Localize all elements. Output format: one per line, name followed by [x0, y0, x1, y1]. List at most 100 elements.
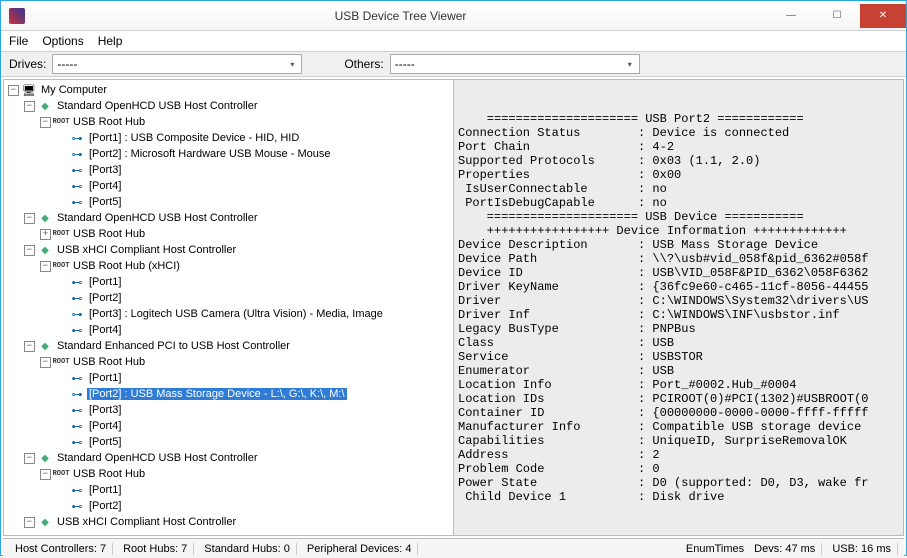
tree-node[interactable]: [Port4] — [6, 322, 451, 338]
collapse-icon[interactable]: − — [24, 213, 35, 224]
tree-node-label: Standard OpenHCD USB Host Controller — [55, 100, 260, 112]
tree-node[interactable]: −USB Root Hub — [6, 466, 451, 482]
collapse-icon[interactable]: − — [24, 341, 35, 352]
tree-node[interactable]: [Port3] — [6, 162, 451, 178]
detail-line: Properties : 0x00 — [458, 168, 899, 182]
detail-line: Driver : C:\WINDOWS\System32\drivers\US — [458, 294, 899, 308]
tree-node-label: [Port3] : Logitech USB Camera (Ultra Vis… — [87, 308, 385, 320]
tree-node-label: [Port2] — [87, 292, 123, 304]
menu-help[interactable]: Help — [98, 34, 123, 48]
status-peripheral: Peripheral Devices: 4 — [301, 543, 419, 555]
port-icon — [69, 371, 85, 385]
menu-file[interactable]: File — [9, 34, 28, 48]
detail-line: Manufacturer Info : Compatible USB stora… — [458, 420, 899, 434]
expander-spacer — [56, 309, 67, 320]
expander-spacer — [56, 181, 67, 192]
detail-line: Address : 2 — [458, 448, 899, 462]
tree-node[interactable]: −USB Root Hub — [6, 114, 451, 130]
roothub-icon — [53, 115, 69, 129]
status-standard-hubs: Standard Hubs: 0 — [198, 543, 297, 555]
tree-node-label: [Port1] : USB Composite Device - HID, HI… — [87, 132, 301, 144]
tree-node-label: [Port3] — [87, 164, 123, 176]
detail-line: Enumerator : USB — [458, 364, 899, 378]
tree-node-label: [Port4] — [87, 324, 123, 336]
tree-node[interactable]: −My Computer — [6, 82, 451, 98]
tree-node[interactable]: −Standard OpenHCD USB Host Controller — [6, 450, 451, 466]
tree-pane[interactable]: −My Computer−Standard OpenHCD USB Host C… — [4, 80, 454, 535]
expand-icon[interactable]: + — [40, 229, 51, 240]
port-icon — [69, 275, 85, 289]
status-root-hubs: Root Hubs: 7 — [117, 543, 194, 555]
tree-node[interactable]: [Port1] — [6, 370, 451, 386]
portdev-icon — [69, 307, 85, 321]
others-combo[interactable]: ----- ▾ — [390, 54, 640, 74]
detail-line: IsUserConnectable : no — [458, 182, 899, 196]
detail-line: Location IDs : PCIROOT(0)#PCI(1302)#USBR… — [458, 392, 899, 406]
tree-node[interactable]: −Standard OpenHCD USB Host Controller — [6, 210, 451, 226]
collapse-icon[interactable]: − — [40, 469, 51, 480]
tree-node[interactable]: [Port2] — [6, 290, 451, 306]
menu-options[interactable]: Options — [42, 34, 83, 48]
others-value: ----- — [395, 57, 415, 71]
chevron-down-icon: ▾ — [623, 60, 637, 69]
port-icon — [69, 291, 85, 305]
detail-line: Driver KeyName : {36fc9e60-c465-11cf-805… — [458, 280, 899, 294]
maximize-button[interactable]: ☐ — [814, 4, 860, 28]
detail-line: Device Path : \\?\usb#vid_058f&pid_6362#… — [458, 252, 899, 266]
tree-node[interactable]: [Port5] — [6, 434, 451, 450]
titlebar: USB Device Tree Viewer — ☐ ✕ — [1, 1, 906, 31]
roothub-icon — [53, 355, 69, 369]
detail-line: Service : USBSTOR — [458, 350, 899, 364]
expander-spacer — [56, 197, 67, 208]
tree-node[interactable]: [Port5] — [6, 194, 451, 210]
detail-pane[interactable]: ===================== USB Port2 ========… — [454, 80, 903, 535]
collapse-icon[interactable]: − — [24, 517, 35, 528]
tree-node[interactable]: [Port1] : USB Composite Device - HID, HI… — [6, 130, 451, 146]
minimize-button[interactable]: — — [768, 4, 814, 28]
collapse-icon[interactable]: − — [40, 117, 51, 128]
tree-node[interactable]: [Port1] — [6, 274, 451, 290]
controller-icon — [37, 339, 53, 353]
tree-node[interactable]: [Port2] : Microsoft Hardware USB Mouse -… — [6, 146, 451, 162]
others-label: Others: — [344, 57, 383, 71]
controller-icon — [37, 211, 53, 225]
expander-spacer — [56, 405, 67, 416]
tree-node[interactable]: [Port4] — [6, 418, 451, 434]
tree-node[interactable]: +USB Root Hub — [6, 226, 451, 242]
collapse-icon[interactable]: − — [24, 453, 35, 464]
detail-line: Class : USB — [458, 336, 899, 350]
close-button[interactable]: ✕ — [860, 4, 906, 28]
tree-node[interactable]: − Standard OpenHCD USB Host Controller — [6, 98, 451, 114]
expander-spacer — [56, 133, 67, 144]
tree-node[interactable]: −USB xHCI Compliant Host Controller — [6, 242, 451, 258]
expander-spacer — [56, 421, 67, 432]
expander-spacer — [56, 485, 67, 496]
tree-node[interactable]: [Port3] : Logitech USB Camera (Ultra Vis… — [6, 306, 451, 322]
tree-node-label: [Port3] — [87, 404, 123, 416]
tree-node[interactable]: [Port2] — [6, 498, 451, 514]
detail-line: PortIsDebugCapable : no — [458, 196, 899, 210]
detail-line: Device ID : USB\VID_058F&PID_6362\058F63… — [458, 266, 899, 280]
collapse-icon[interactable]: − — [40, 261, 51, 272]
status-host-controllers: Host Controllers: 7 — [9, 543, 113, 555]
tree-node[interactable]: −USB xHCI Compliant Host Controller — [6, 514, 451, 530]
tree-node[interactable]: −USB Root Hub (xHCI) — [6, 258, 451, 274]
tree-node[interactable]: −Standard Enhanced PCI to USB Host Contr… — [6, 338, 451, 354]
tree-node[interactable]: [Port4] — [6, 178, 451, 194]
collapse-icon[interactable]: − — [40, 357, 51, 368]
tree-node[interactable]: [Port1] — [6, 482, 451, 498]
collapse-icon[interactable]: − — [8, 85, 19, 96]
drives-combo[interactable]: ----- ▾ — [52, 54, 302, 74]
controller-icon — [37, 243, 53, 257]
expander-spacer — [56, 277, 67, 288]
tree-node[interactable]: −USB Root Hub — [6, 354, 451, 370]
tree-node[interactable]: [Port2] : USB Mass Storage Device - L:\,… — [6, 386, 451, 402]
tree-node-label: [Port4] — [87, 420, 123, 432]
tree-node[interactable]: [Port3] — [6, 402, 451, 418]
content-area: −My Computer−Standard OpenHCD USB Host C… — [3, 79, 904, 536]
collapse-icon[interactable]: − — [24, 245, 35, 256]
detail-line: Container ID : {00000000-0000-0000-ffff-… — [458, 406, 899, 420]
expander-spacer — [56, 389, 67, 400]
collapse-icon[interactable]: − — [24, 101, 35, 112]
port-icon — [69, 179, 85, 193]
